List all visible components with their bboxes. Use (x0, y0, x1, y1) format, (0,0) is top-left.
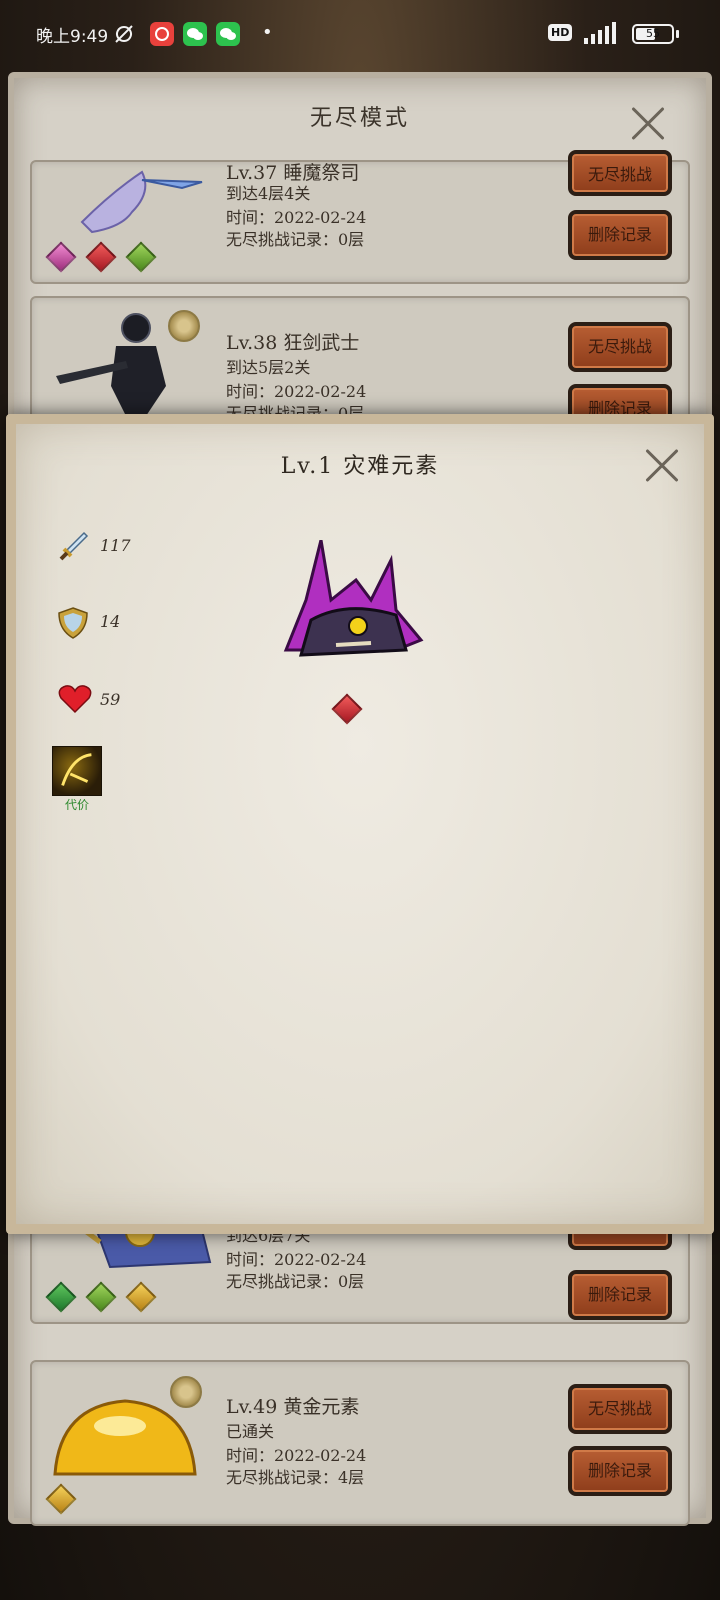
more-notifications-dot: • (262, 22, 273, 43)
pink-gem-icon (45, 241, 77, 273)
record-endless: 无尽挑战记录：0层 (226, 230, 365, 249)
battery-tip (676, 30, 679, 38)
record-time: 时间：2022-02-24 (226, 1446, 367, 1465)
endless-challenge-button[interactable]: 无尽挑战 (568, 1384, 672, 1434)
delete-record-button[interactable]: 删除记录 (568, 210, 672, 260)
delete-record-button[interactable]: 删除记录 (568, 1446, 672, 1496)
record-endless: 无尽挑战记录：4层 (226, 1468, 365, 1487)
battery-level: 55 (646, 27, 660, 40)
sleep-priest-portrait (80, 170, 203, 234)
netease-music-icon (150, 22, 174, 46)
record-progress: 到达4层4关 (226, 184, 311, 203)
disaster-element-sprite (283, 540, 424, 657)
green-gem-icon (125, 241, 157, 273)
skill-cost-icon[interactable] (52, 746, 102, 796)
record-name: Lv.49 黄金元素 (226, 1396, 360, 1418)
endless-close-button[interactable] (628, 104, 668, 144)
delete-record-button[interactable]: 删除记录 (568, 1270, 672, 1320)
attack-value: 117 (100, 536, 131, 555)
hd-badge: HD (548, 24, 573, 41)
wechat-icon (183, 22, 207, 46)
endless-challenge-button[interactable]: 无尽挑战 (568, 150, 672, 196)
golden-element-portrait (53, 1399, 197, 1476)
record-time: 时间：2022-02-24 (226, 1250, 367, 1269)
wechat-icon (216, 22, 240, 46)
gold-gem-icon (45, 1483, 77, 1515)
skill-label: 代价 (64, 798, 89, 812)
popup-close-button[interactable] (642, 446, 682, 486)
health-value: 59 (100, 690, 121, 709)
signal-icon (584, 22, 616, 44)
green-gem-icon (45, 1281, 77, 1313)
green-gem-icon (85, 1281, 117, 1313)
record-progress: 到达5层2关 (226, 358, 311, 377)
record-progress: 已通关 (226, 1422, 275, 1441)
defense-value: 14 (100, 612, 121, 631)
alarm-off-icon (115, 25, 133, 43)
heart-icon (58, 685, 92, 714)
record-name: Lv.38 狂剑武士 (226, 332, 360, 354)
endless-challenge-button[interactable]: 无尽挑战 (568, 322, 672, 372)
record-time: 时间：2022-02-24 (226, 382, 367, 401)
status-bar: 晚上9:49 • HD 55 (0, 0, 720, 70)
battery-icon: 55 (632, 24, 674, 44)
endless-mode-title: 无尽模式 (309, 106, 410, 131)
red-gem-icon (85, 241, 117, 273)
sword-icon (59, 531, 89, 561)
gold-gem-icon (125, 1281, 157, 1313)
coin-icon (168, 310, 200, 342)
record-endless: 无尽挑战记录：0层 (226, 1272, 365, 1291)
coin-icon (170, 1376, 202, 1408)
record-time: 时间：2022-02-24 (226, 208, 367, 227)
monster-title: Lv.1 灾难元素 (280, 454, 440, 479)
shield-icon (58, 607, 88, 639)
status-time: 晚上9:49 (36, 27, 109, 47)
